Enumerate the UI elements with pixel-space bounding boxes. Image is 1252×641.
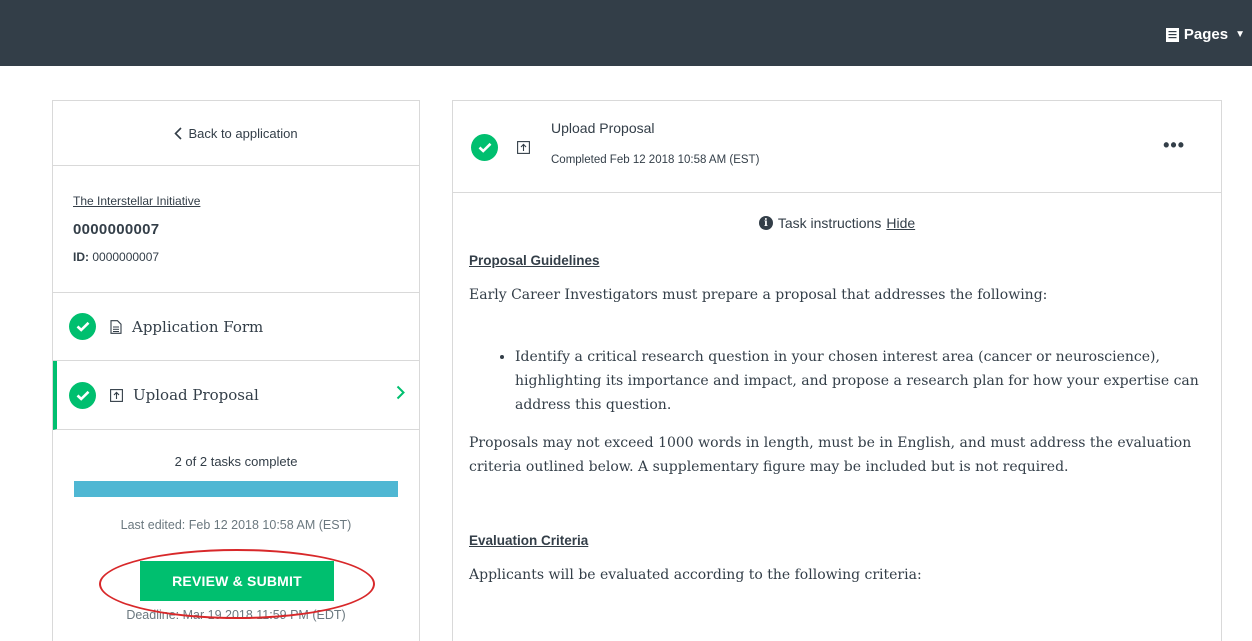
check-circle-icon: [69, 313, 96, 340]
application-id: ID: 0000000007: [73, 250, 419, 264]
back-label: Back to application: [188, 125, 298, 141]
chevron-left-icon: [174, 126, 183, 140]
pages-icon: [1165, 27, 1179, 42]
guidelines-list: Identify a critical research question in…: [469, 345, 1205, 417]
progress-fill: [74, 481, 398, 497]
pages-label: Pages: [1183, 26, 1229, 43]
more-options-button[interactable]: •••: [1163, 135, 1185, 156]
task-item-upload-proposal[interactable]: Upload Proposal: [53, 361, 419, 430]
progress-section: 2 of 2 tasks complete Last edited: Feb 1…: [53, 430, 419, 622]
deadline: Deadline: Mar 19 2018 11:59 PM (EDT): [126, 608, 346, 622]
guidelines-intro: Early Career Investigators must prepare …: [469, 287, 1048, 303]
caret-down-icon: ▼: [1235, 29, 1245, 40]
criteria-heading: Evaluation Criteria: [469, 533, 589, 548]
application-number: 0000000007: [73, 221, 160, 238]
upload-icon: [110, 388, 123, 402]
program-name-link[interactable]: The Interstellar Initiative: [73, 194, 200, 208]
pages-menu[interactable]: Pages ▼: [1165, 26, 1245, 43]
hide-instructions-link[interactable]: Hide: [886, 215, 915, 231]
check-circle-icon: [69, 381, 96, 409]
task-label: Application Form: [132, 317, 264, 336]
review-submit-button[interactable]: REVIEW & SUBMIT: [140, 561, 334, 601]
application-info: The Interstellar Initiative 0000000007 I…: [53, 166, 419, 293]
id-value: 0000000007: [92, 250, 160, 264]
back-to-application-link[interactable]: Back to application: [174, 125, 298, 141]
task-header: Upload Proposal Completed Feb 12 2018 10…: [453, 101, 1221, 193]
task-label: Upload Proposal: [133, 386, 259, 404]
application-sidebar: Back to application The Interstellar Ini…: [52, 100, 420, 641]
task-item-application-form[interactable]: Application Form: [53, 293, 419, 361]
completed-timestamp: Completed Feb 12 2018 10:58 AM (EST): [551, 154, 760, 166]
task-panel: Upload Proposal Completed Feb 12 2018 10…: [452, 100, 1222, 641]
task-instructions: i Task instructions Hide Proposal Guidel…: [453, 215, 1221, 587]
check-circle-icon: [471, 134, 498, 161]
progress-text: 2 of 2 tasks complete: [174, 454, 298, 469]
upload-icon: [517, 139, 530, 158]
criteria-intro: Applicants will be evaluated according t…: [469, 567, 922, 583]
last-edited: Last edited: Feb 12 2018 10:58 AM (EST): [120, 518, 352, 532]
task-title: Upload Proposal: [551, 120, 655, 136]
info-icon: i: [758, 216, 773, 230]
list-item: Identify a critical research question in…: [515, 345, 1205, 417]
guidelines-heading: Proposal Guidelines: [469, 253, 600, 268]
id-label: ID:: [73, 250, 89, 264]
chevron-right-icon: [396, 385, 405, 404]
proposal-limits: Proposals may not exceed 1000 words in l…: [469, 435, 1192, 475]
instructions-label: Task instructions: [777, 215, 882, 231]
top-bar: Pages ▼: [0, 0, 1252, 66]
document-icon: [110, 319, 122, 334]
progress-bar: [74, 481, 398, 497]
